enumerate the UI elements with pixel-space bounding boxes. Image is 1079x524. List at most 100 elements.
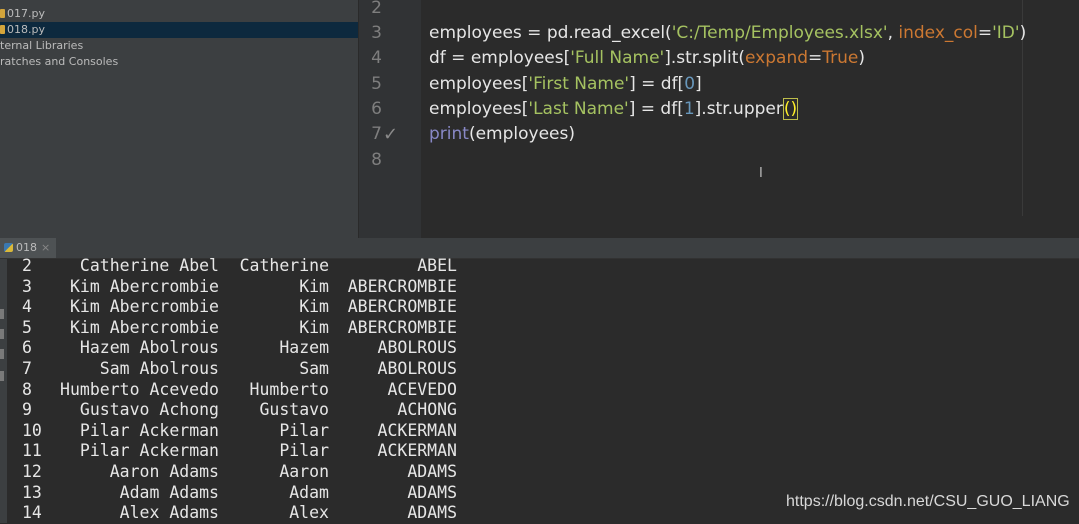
row-index: 14 (22, 503, 42, 523)
tree-item-017[interactable]: 017.py (0, 6, 45, 22)
row-index: 2 (22, 256, 32, 275)
tree-item-label: ratches and Consoles (0, 55, 119, 68)
full-name-cell: Kim Abercrombie (69, 276, 219, 296)
last-name-cell: ABEL (417, 256, 457, 275)
last-name-cell: ABERCROMBIE (347, 317, 457, 337)
code-token: = (977, 23, 993, 43)
row-index: 7 (22, 359, 32, 378)
code-token: employees[ (429, 74, 529, 94)
full-name-cell: Aaron Adams (109, 462, 219, 481)
row-index: 12 (22, 462, 42, 481)
last-name-cell: ADAMS (407, 503, 457, 523)
first-name-cell: Humberto (249, 379, 329, 399)
full-name-cell: Pilar Ackerman (79, 420, 219, 440)
code-token: (employees) (468, 124, 575, 144)
code-token: = (808, 48, 823, 68)
row-index: 5 (22, 317, 32, 337)
text-cursor-icon: I (759, 166, 763, 181)
first-name-cell: Hazem (279, 338, 329, 358)
row-index: 8 (22, 379, 32, 399)
full-name-cell: Alex Adams (119, 503, 219, 523)
code-line-6[interactable]: employees['Last Name'] = df[1].str.upper… (429, 97, 799, 122)
last-name-cell: ABERCROMBIE (347, 276, 457, 296)
code-token: employees[ (429, 99, 529, 119)
code-token: df = employees[ (429, 48, 571, 68)
code-keyword-arg: index_col (898, 23, 978, 43)
first-name-cell: Sam (299, 359, 329, 378)
code-line-3[interactable]: employees = pd.read_excel('C:/Temp/Emplo… (429, 21, 1026, 46)
first-name-cell: Kim (299, 317, 329, 337)
close-icon[interactable]: × (41, 241, 50, 254)
first-name-cell: Pilar (279, 420, 329, 440)
tree-item-018[interactable]: 018.py (0, 22, 358, 38)
row-index: 13 (22, 482, 42, 502)
row-index: 9 (22, 400, 32, 420)
line-number: 6 (371, 99, 382, 119)
toolbar-button[interactable] (0, 349, 4, 359)
python-file-icon (0, 9, 5, 18)
tree-item-label: 017.py (7, 7, 45, 20)
code-token: , (887, 23, 899, 43)
first-name-cell: Aaron (279, 462, 329, 481)
row-index: 6 (22, 338, 32, 358)
watermark: https://blog.csdn.net/CSU_GUO_LIANG (786, 493, 1070, 510)
code-string: 'Last Name' (528, 99, 629, 119)
code-token: ] (695, 74, 702, 94)
run-tab-018[interactable]: 018 × (0, 238, 57, 258)
code-line-5[interactable]: employees['First Name'] = df[0] (429, 72, 702, 97)
code-string: 'ID' (992, 23, 1020, 43)
toolbar-button[interactable] (0, 309, 4, 319)
matched-brackets: () (782, 98, 799, 120)
first-name-cell: Kim (299, 276, 329, 296)
first-name-cell: Alex (289, 503, 329, 523)
full-name-cell: Hazem Abolrous (79, 338, 219, 358)
full-name-cell: Adam Adams (119, 482, 219, 502)
line-number: 3 (371, 23, 382, 43)
first-name-cell: Kim (299, 297, 329, 317)
code-line-4[interactable]: df = employees['Full Name'].str.split(ex… (429, 46, 865, 71)
python-file-icon (0, 25, 5, 34)
first-name-cell: Gustavo (259, 400, 329, 420)
line-number: 2 (371, 0, 382, 18)
code-token: ) (1019, 23, 1027, 43)
full-name-cell: Pilar Ackerman (79, 441, 219, 461)
code-line-7[interactable]: print(employees) (429, 122, 575, 147)
code-builtin: print (429, 124, 469, 144)
tree-item-label: ternal Libraries (0, 39, 84, 52)
code-string: 'Full Name' (570, 48, 665, 68)
last-name-cell: ACHONG (397, 400, 457, 420)
python-icon (4, 243, 13, 252)
toolbar-button[interactable] (0, 329, 4, 339)
run-tab-label: 018 (16, 241, 37, 254)
full-name-cell: Gustavo Achong (79, 400, 219, 420)
last-name-cell: ADAMS (407, 462, 457, 481)
last-name-cell: ABERCROMBIE (347, 297, 457, 317)
code-string: 'First Name' (528, 74, 630, 94)
full-name-cell: Catherine Abel (79, 256, 219, 275)
line-number: 8 (371, 150, 382, 170)
tree-item-external-libraries[interactable]: ternal Libraries (0, 38, 83, 54)
code-token: ] = df[ (628, 99, 684, 119)
line-number: 4 (371, 48, 382, 68)
code-keyword: True (822, 48, 859, 68)
last-name-cell: ACKERMAN (377, 420, 457, 440)
checkmark-icon: ✓ (383, 124, 399, 145)
last-name-cell: ACEVEDO (387, 379, 457, 399)
code-keyword-arg: expand (745, 48, 809, 68)
editor-gutter: 2 3 4 5 6 7 ✓ 8 (358, 0, 421, 238)
row-index: 11 (22, 441, 42, 461)
code-number: 1 (683, 99, 695, 119)
full-name-cell: Sam Abolrous (99, 359, 219, 378)
last-name-cell: ADAMS (407, 482, 457, 502)
toolbar-button[interactable] (0, 371, 4, 381)
full-name-cell: Kim Abercrombie (69, 297, 219, 317)
last-name-cell: ABOLROUS (377, 359, 457, 378)
full-name-cell: Humberto Acevedo (60, 379, 219, 399)
code-token: ] = df[ (629, 74, 685, 94)
tree-item-label: 018.py (7, 23, 45, 36)
project-tree: 017.py 018.py ternal Libraries ratches a… (0, 0, 358, 238)
tree-item-scratches-and-consoles[interactable]: ratches and Consoles (0, 54, 118, 70)
first-name-cell: Catherine (239, 256, 329, 275)
row-index: 10 (22, 420, 42, 440)
row-index: 3 (22, 276, 32, 296)
